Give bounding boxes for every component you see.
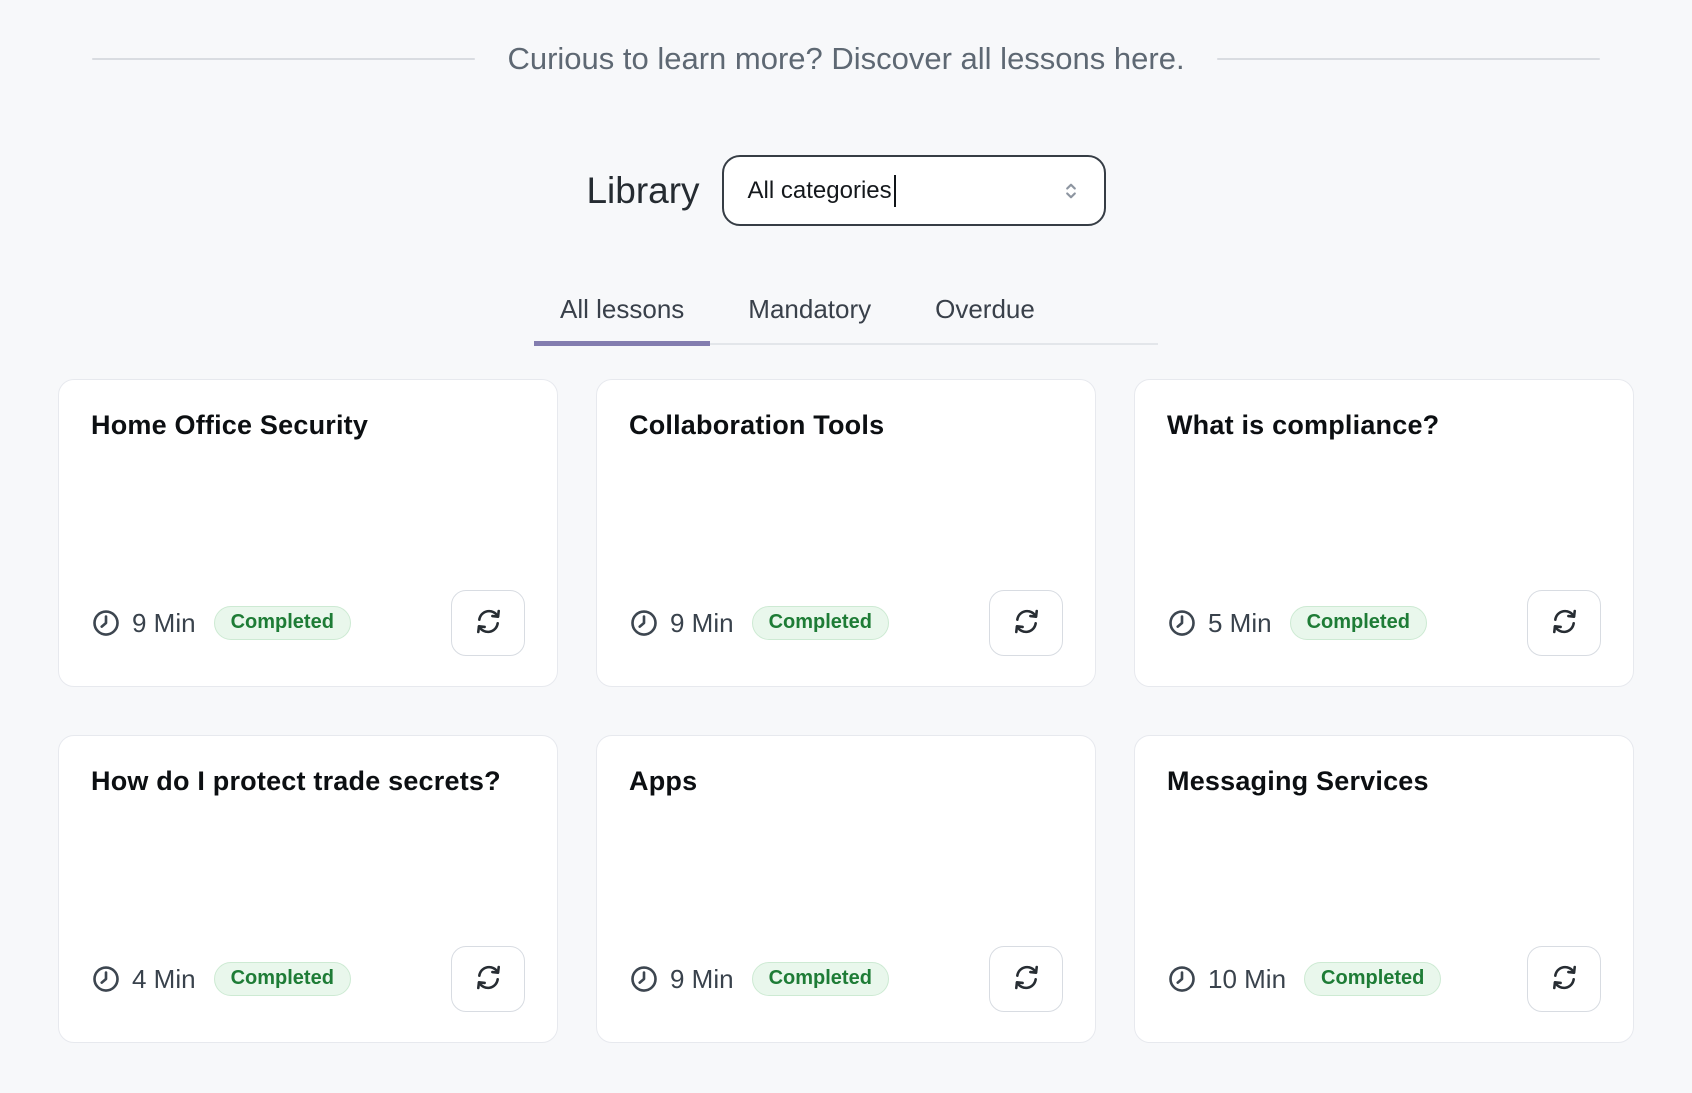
lesson-grid: Home Office Security 9 Min Completed Col…: [58, 379, 1634, 1043]
lesson-card[interactable]: What is compliance? 5 Min Completed: [1134, 379, 1634, 687]
lesson-duration: 9 Min: [670, 964, 734, 995]
clock-icon: [1167, 964, 1197, 994]
lesson-title: Home Office Security: [91, 410, 525, 441]
lesson-duration: 9 Min: [670, 608, 734, 639]
category-select[interactable]: All categories: [722, 155, 1106, 226]
status-badge: Completed: [214, 962, 351, 996]
lesson-title: What is compliance?: [1167, 410, 1601, 441]
retry-button[interactable]: [989, 590, 1063, 656]
lesson-title: Apps: [629, 766, 1063, 797]
lesson-title: Messaging Services: [1167, 766, 1601, 797]
retry-button[interactable]: [989, 946, 1063, 1012]
lesson-card[interactable]: How do I protect trade secrets? 4 Min Co…: [58, 735, 558, 1043]
clock-icon: [629, 608, 659, 638]
status-badge: Completed: [214, 606, 351, 640]
retry-button[interactable]: [1527, 590, 1601, 656]
refresh-icon: [1549, 606, 1580, 640]
discover-heading: Curious to learn more? Discover all less…: [507, 41, 1184, 77]
category-select-value: All categories: [748, 177, 892, 205]
status-badge: Completed: [752, 606, 889, 640]
refresh-icon: [473, 606, 504, 640]
lesson-card[interactable]: Collaboration Tools 9 Min Completed: [596, 379, 1096, 687]
lesson-meta: 9 Min Completed: [629, 590, 1063, 656]
clock-icon: [91, 608, 121, 638]
lesson-meta: 5 Min Completed: [1167, 590, 1601, 656]
refresh-icon: [1549, 962, 1580, 996]
status-badge: Completed: [1304, 962, 1441, 996]
lesson-card[interactable]: Home Office Security 9 Min Completed: [58, 379, 558, 687]
lesson-meta: 10 Min Completed: [1167, 946, 1601, 1012]
tab-mandatory[interactable]: Mandatory: [722, 282, 897, 343]
tab-all-lessons[interactable]: All lessons: [534, 282, 710, 343]
lesson-meta: 9 Min Completed: [91, 590, 525, 656]
discover-header: Curious to learn more? Discover all less…: [92, 41, 1600, 77]
lesson-meta: 9 Min Completed: [629, 946, 1063, 1012]
lesson-card[interactable]: Messaging Services 10 Min Completed: [1134, 735, 1634, 1043]
refresh-icon: [473, 962, 504, 996]
clock-icon: [1167, 608, 1197, 638]
lesson-duration: 5 Min: [1208, 608, 1272, 639]
lesson-duration: 9 Min: [132, 608, 196, 639]
divider-line-right: [1217, 58, 1600, 60]
refresh-icon: [1011, 962, 1042, 996]
retry-button[interactable]: [1527, 946, 1601, 1012]
lesson-card[interactable]: Apps 9 Min Completed: [596, 735, 1096, 1043]
clock-icon: [629, 964, 659, 994]
status-badge: Completed: [752, 962, 889, 996]
divider-line-left: [92, 58, 475, 60]
library-header: Library All categories: [0, 155, 1692, 226]
retry-button[interactable]: [451, 946, 525, 1012]
text-cursor: [894, 175, 896, 207]
retry-button[interactable]: [451, 590, 525, 656]
lesson-duration: 4 Min: [132, 964, 196, 995]
lesson-meta: 4 Min Completed: [91, 946, 525, 1012]
status-badge: Completed: [1290, 606, 1427, 640]
clock-icon: [91, 964, 121, 994]
refresh-icon: [1011, 606, 1042, 640]
page-title: Library: [586, 170, 699, 212]
lesson-duration: 10 Min: [1208, 964, 1286, 995]
lesson-title: Collaboration Tools: [629, 410, 1063, 441]
tab-overdue[interactable]: Overdue: [909, 282, 1061, 343]
chevron-up-down-icon: [1058, 176, 1084, 206]
lesson-title: How do I protect trade secrets?: [91, 766, 525, 797]
lesson-tabs: All lessons Mandatory Overdue: [534, 282, 1158, 345]
